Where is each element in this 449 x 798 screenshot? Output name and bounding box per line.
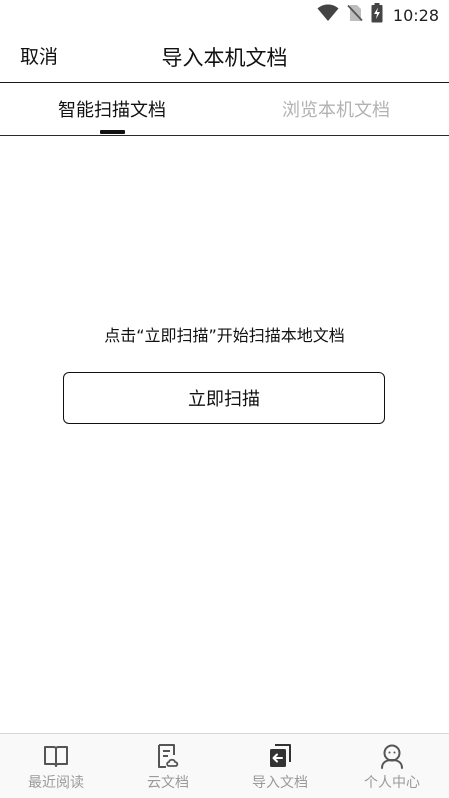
nav-label: 个人中心 bbox=[364, 775, 420, 791]
tab-smart-scan[interactable]: 智能扫描文档 bbox=[0, 83, 224, 135]
status-bar: 10:28 bbox=[0, 0, 449, 30]
nav-item-recent-reading[interactable]: 最近阅读 bbox=[0, 734, 112, 798]
nav-item-personal-center[interactable]: 个人中心 bbox=[336, 734, 448, 798]
tab-bar: 智能扫描文档 浏览本机文档 bbox=[0, 83, 449, 135]
nav-label: 云文档 bbox=[147, 775, 189, 791]
bottom-navigation: 最近阅读 云文档 导入文档 个人中心 bbox=[0, 733, 449, 798]
open-book-icon bbox=[42, 742, 70, 770]
status-icons: 10:28 bbox=[317, 3, 439, 27]
tabs-divider bbox=[0, 135, 449, 136]
header: 取消 导入本机文档 bbox=[0, 30, 449, 82]
nav-label: 最近阅读 bbox=[28, 775, 84, 791]
tab-browse-local[interactable]: 浏览本机文档 bbox=[224, 83, 448, 135]
scan-now-button[interactable]: 立即扫描 bbox=[63, 372, 385, 424]
battery-charging-icon bbox=[371, 3, 383, 27]
scan-hint-text: 点击“立即扫描”开始扫描本地文档 bbox=[104, 326, 345, 345]
import-document-icon bbox=[266, 742, 294, 770]
active-tab-indicator bbox=[100, 130, 125, 134]
nav-item-cloud-documents[interactable]: 云文档 bbox=[112, 734, 224, 798]
status-time: 10:28 bbox=[392, 5, 439, 25]
no-sim-icon bbox=[347, 4, 363, 26]
person-icon bbox=[378, 742, 406, 770]
import-local-document-screen: 10:28 取消 导入本机文档 智能扫描文档 浏览本机文档 点击“立即扫描”开始… bbox=[0, 0, 449, 798]
page-title: 导入本机文档 bbox=[161, 46, 288, 70]
wifi-icon bbox=[317, 4, 339, 26]
nav-item-import-documents[interactable]: 导入文档 bbox=[224, 734, 336, 798]
cloud-document-icon bbox=[154, 742, 182, 770]
nav-label: 导入文档 bbox=[252, 775, 308, 791]
